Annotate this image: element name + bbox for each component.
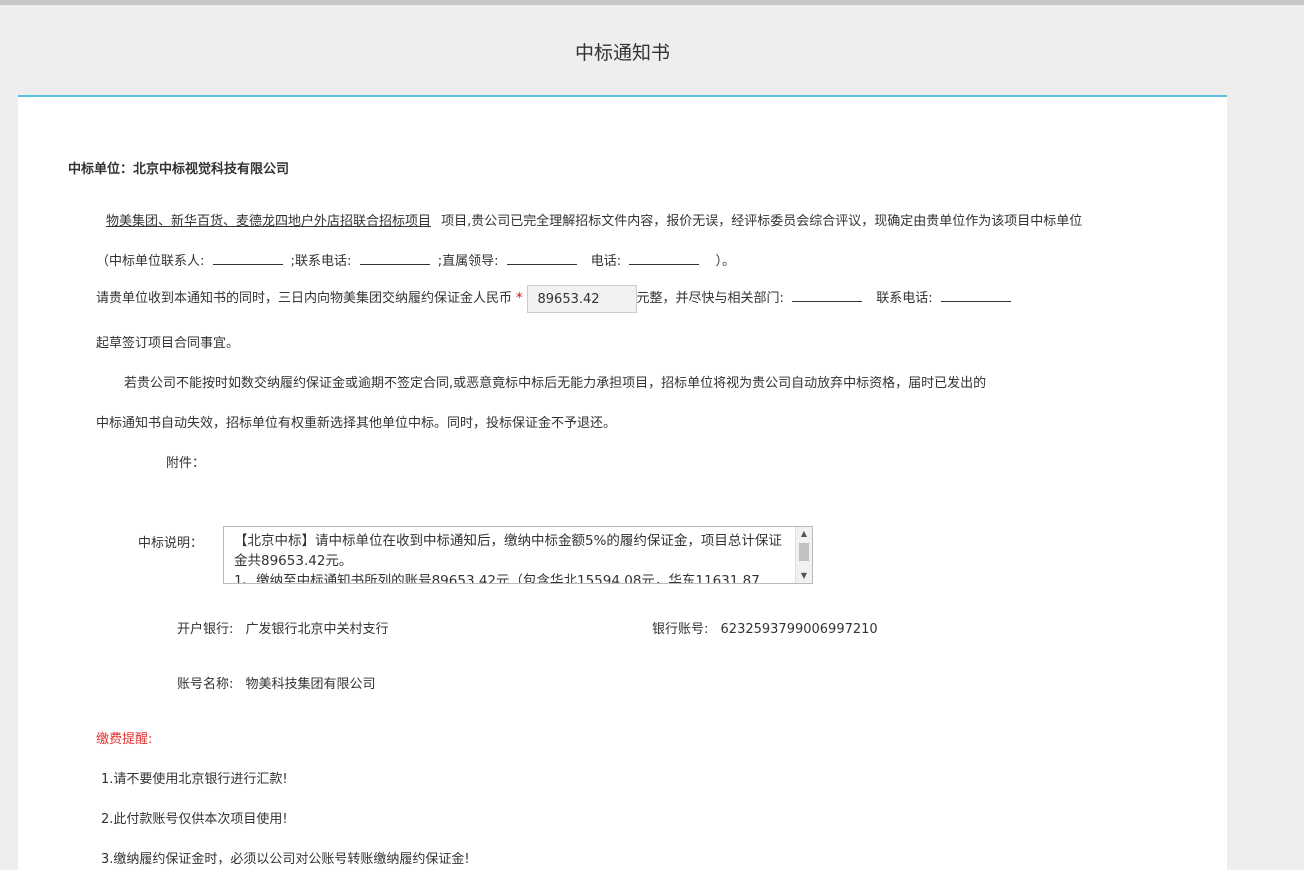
arrow-down-icon[interactable]: ▼ — [796, 569, 812, 583]
department-blank — [792, 291, 863, 302]
contact-phone-label: ;联系电话: — [290, 254, 352, 269]
page-title: 中标通知书 — [574, 42, 670, 64]
reminder-item: 2.此付款账号仅供本次项目使用! — [101, 812, 288, 827]
deposit-phone-blank — [940, 291, 1011, 302]
contact-tel-blank — [629, 254, 700, 265]
bank-name: 广发银行北京中关村支行 — [245, 622, 389, 637]
winner-name: 北京中标视觉科技有限公司 — [133, 162, 290, 177]
account-name-label: 账号名称: — [177, 677, 234, 692]
contact-suffix: ）。 — [715, 254, 735, 269]
warning-line-2: 中标通知书自动失效，招标单位有权重新选择其他单位中标。同时，投标保证金不予退还。 — [96, 416, 617, 431]
contact-tel-label: 电话: — [590, 254, 622, 269]
contact-person-blank — [212, 254, 283, 265]
deposit-continuation: 起草签订项目合同事宜。 — [96, 336, 240, 351]
account-name-line: 账号名称: 物美科技集团有限公司 — [177, 673, 376, 692]
deposit-text-after: 元整，并尽快与相关部门: — [636, 291, 784, 306]
winner-line: 中标单位：北京中标视觉科技有限公司 — [68, 158, 289, 177]
reminder-item: 1.请不要使用北京银行进行汇款! — [101, 772, 288, 787]
intro-text: 项目,贵公司已完全理解招标文件内容，报价无误，经评标委员会综合评议，现确定由贵单… — [441, 214, 1083, 229]
arrow-up-icon[interactable]: ▲ — [796, 527, 812, 541]
contact-leader-blank — [506, 254, 577, 265]
reminder-title: 缴费提醒: — [96, 732, 153, 747]
intro-line: 物美集团、新华百货、麦德龙四地户外店招联合招标项目 项目,贵公司已完全理解招标文… — [106, 210, 1082, 229]
description-scrollbar[interactable]: ▲ ▼ — [795, 527, 812, 583]
deposit-phone-label: 联系电话: — [876, 291, 933, 306]
scroll-thumb[interactable] — [799, 543, 809, 561]
project-name: 物美集团、新华百货、麦德龙四地户外店招联合招标项目 — [106, 214, 432, 229]
deposit-text-before: 请贵单位收到本通知书的同时，三日内向物美集团交纳履约保证金人民币 — [96, 291, 513, 306]
contact-prefix: （中标单位联系人: — [96, 254, 205, 269]
attachment-label: 附件： — [166, 456, 206, 471]
description-label: 中标说明： — [138, 536, 204, 551]
bank-line: 开户银行: 广发银行北京中关村支行 — [177, 618, 389, 637]
contact-phone-blank — [359, 254, 430, 265]
account-number: 6232593799006997210 — [720, 622, 878, 637]
top-strip — [0, 0, 1304, 5]
deposit-line: 请贵单位收到本通知书的同时，三日内向物美集团交纳履约保证金人民币 * 89653.4… — [96, 284, 1015, 314]
account-label: 银行账号: — [652, 622, 709, 637]
warning-line-1: 若贵公司不能按时如数交纳履约保证金或逾期不签定合同,或恶意竟标中标后无能力承担项… — [124, 376, 987, 391]
deposit-amount-input[interactable]: 89653.42 — [526, 284, 637, 313]
required-mark: * — [516, 291, 523, 306]
description-text: 【北京中标】请中标单位在收到中标通知后，缴纳中标金额5%的履约保证金，项目总计保… — [234, 533, 782, 584]
description-textarea[interactable]: 【北京中标】请中标单位在收到中标通知后，缴纳中标金额5%的履约保证金，项目总计保… — [223, 526, 813, 584]
account-line: 银行账号: 6232593799006997210 — [652, 618, 878, 637]
notice-paper: 中标单位：北京中标视觉科技有限公司 物美集团、新华百货、麦德龙四地户外店招联合招… — [18, 95, 1227, 870]
account-name: 物美科技集团有限公司 — [245, 677, 376, 692]
bank-label: 开户银行: — [177, 622, 234, 637]
contact-leader-label: ;直属领导: — [437, 254, 499, 269]
winner-label: 中标单位： — [68, 162, 134, 177]
contact-line: （中标单位联系人: ;联系电话: ;直属领导: 电话: ）。 — [96, 250, 735, 269]
reminder-item: 3.缴纳履约保证金时，必须以公司对公账号转账缴纳履约保证金! — [101, 852, 470, 867]
